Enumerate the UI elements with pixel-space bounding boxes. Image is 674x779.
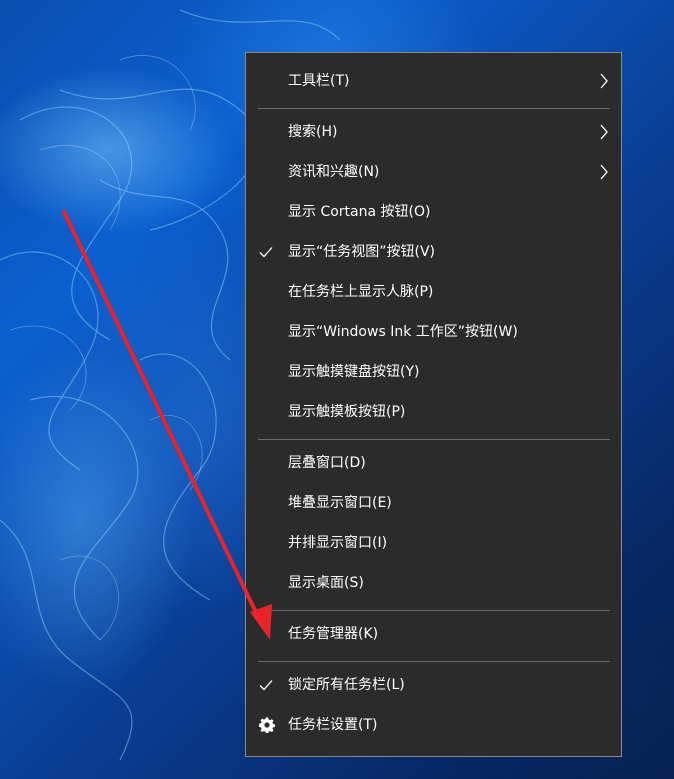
menu-item-label: 显示 Cortana 按钮(O) — [288, 204, 431, 220]
menu-item-label: 显示触摸键盘按钮(Y) — [288, 364, 420, 380]
chevron-right-icon — [600, 164, 608, 180]
menu-item-label: 任务管理器(K) — [288, 626, 379, 642]
menu-item[interactable]: 显示“任务视图”按钮(V) — [246, 234, 621, 270]
menu-item[interactable]: 堆叠显示窗口(E) — [246, 485, 621, 521]
menu-item-label: 堆叠显示窗口(E) — [288, 495, 392, 511]
menu-separator — [258, 439, 610, 440]
menu-item-label: 资讯和兴趣(N) — [288, 164, 380, 180]
menu-item[interactable]: 在任务栏上显示人脉(P) — [246, 274, 621, 310]
menu-item-label: 显示触摸板按钮(P) — [288, 404, 406, 420]
menu-item[interactable]: 并排显示窗口(I) — [246, 525, 621, 561]
menu-item-label: 并排显示窗口(I) — [288, 535, 388, 551]
menu-item[interactable]: 资讯和兴趣(N) — [246, 154, 621, 190]
menu-item[interactable]: 任务栏设置(T) — [246, 707, 621, 743]
menu-item-label: 显示桌面(S) — [288, 575, 364, 591]
chevron-right-icon — [600, 73, 608, 89]
menu-item[interactable]: 显示桌面(S) — [246, 565, 621, 601]
menu-separator — [258, 610, 610, 611]
check-icon — [259, 247, 273, 258]
menu-item[interactable]: 工具栏(T) — [246, 63, 621, 99]
chevron-right-icon — [600, 124, 608, 140]
menu-item-label: 层叠窗口(D) — [288, 455, 366, 471]
menu-item[interactable]: 显示触摸键盘按钮(Y) — [246, 354, 621, 390]
menu-item-label: 任务栏设置(T) — [288, 717, 378, 733]
menu-separator — [258, 108, 610, 109]
menu-item[interactable]: 显示 Cortana 按钮(O) — [246, 194, 621, 230]
menu-item-label: 工具栏(T) — [288, 73, 350, 89]
check-icon — [259, 680, 273, 691]
menu-item[interactable]: 搜索(H) — [246, 114, 621, 150]
taskbar-context-menu: 工具栏(T) 搜索(H) 资讯和兴趣(N) 显示 Cortana 按钮(O) 显示“任务… — [245, 52, 622, 757]
menu-item-label: 搜索(H) — [288, 124, 338, 140]
menu-item[interactable]: 任务管理器(K) — [246, 616, 621, 652]
menu-item[interactable]: 锁定所有任务栏(L) — [246, 667, 621, 703]
menu-item-label: 锁定所有任务栏(L) — [288, 677, 405, 693]
menu-item[interactable]: 层叠窗口(D) — [246, 445, 621, 481]
menu-item-label: 在任务栏上显示人脉(P) — [288, 284, 434, 300]
menu-item-label: 显示“Windows Ink 工作区”按钮(W) — [288, 324, 518, 340]
menu-separator — [258, 661, 610, 662]
menu-item[interactable]: 显示“Windows Ink 工作区”按钮(W) — [246, 314, 621, 350]
gear-icon — [259, 717, 275, 733]
menu-item-label: 显示“任务视图”按钮(V) — [288, 244, 436, 260]
menu-item[interactable]: 显示触摸板按钮(P) — [246, 394, 621, 430]
